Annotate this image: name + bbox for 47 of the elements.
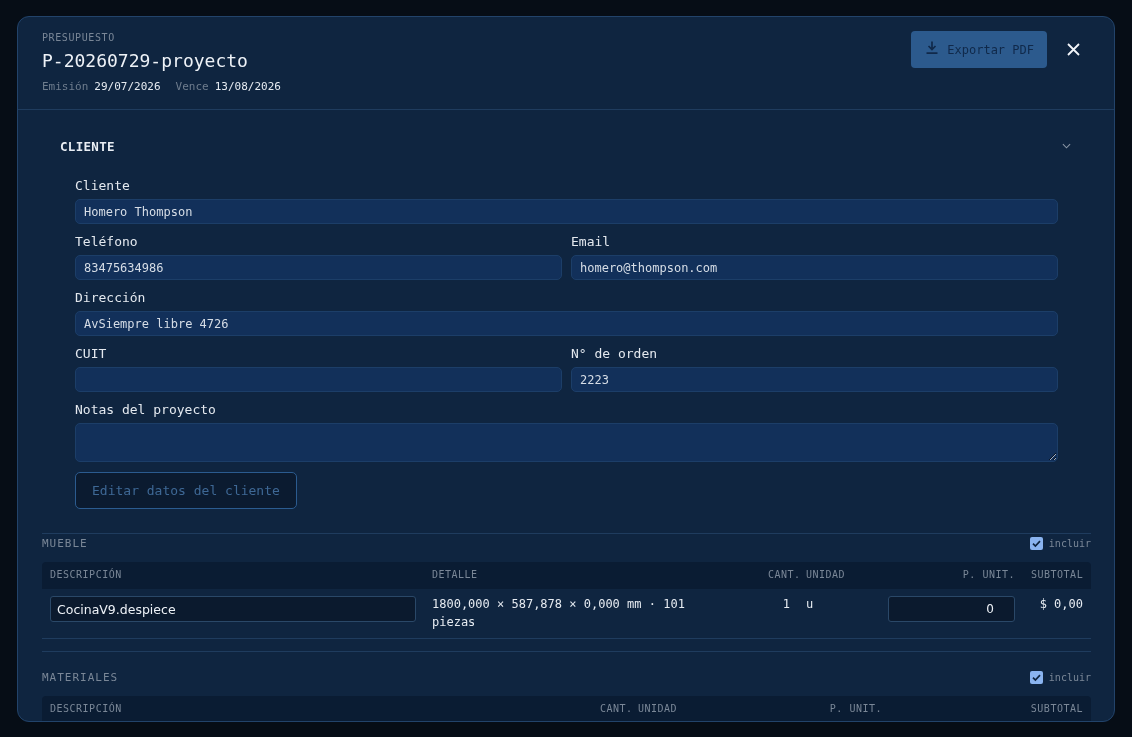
column-header: CANT. — [767, 568, 798, 582]
detail-text: 1800,000 × 587,878 × 0,000 mm · 101 piezas — [432, 596, 686, 631]
input-field[interactable] — [75, 367, 562, 392]
input-field[interactable]: 83475634986 — [75, 255, 562, 280]
field-label: Teléfono — [75, 234, 139, 250]
column-header: SUBTOTAL — [1029, 702, 1084, 716]
column-header: P. UNIT. — [828, 702, 883, 716]
document-type-label: PRESUPUESTO — [42, 32, 115, 44]
chevron-down-icon[interactable] — [1062, 143, 1071, 149]
column-header: P. UNIT. — [961, 568, 1016, 582]
column-header: SUBTOTAL — [1030, 568, 1085, 582]
input-field[interactable]: 2223 — [571, 367, 1058, 392]
date-label: Emisión — [42, 80, 89, 94]
field-label: CUIT — [75, 346, 108, 362]
download-icon — [926, 41, 939, 54]
field-label: N° de orden — [571, 346, 659, 362]
section-title: MATERIALES — [42, 670, 119, 684]
checked-checkbox[interactable] — [1029, 536, 1043, 550]
date-label: Vence — [175, 80, 209, 94]
checkbox-label: incluir — [1048, 671, 1091, 683]
unit-text: u — [806, 596, 814, 613]
field-label: Dirección — [75, 290, 147, 306]
column-header: CANT. — [599, 702, 630, 716]
input-field[interactable]: AvSiempre libre 4726 — [75, 311, 1058, 336]
column-header: DESCRIPCIÓN — [49, 567, 123, 582]
description-field[interactable]: CocinaV9.despiece — [50, 596, 416, 622]
column-header: DETALLE — [431, 568, 479, 582]
field-label: Email — [571, 234, 612, 250]
unit-price-field[interactable]: 0 — [888, 596, 1015, 622]
column-header: UNIDAD — [637, 702, 679, 716]
column-header: UNIDAD — [805, 568, 847, 582]
section-title: MUEBLE — [42, 536, 88, 550]
quantity-text: 1 — [782, 596, 790, 613]
subtotal-text: $ 0,00 — [1039, 596, 1083, 613]
column-header: DESCRIPCIÓN — [49, 701, 123, 716]
date-value: 13/08/2026 — [214, 80, 281, 94]
section-title: CLIENTE — [60, 138, 115, 154]
checked-checkbox[interactable] — [1029, 670, 1043, 684]
date-value: 29/07/2026 — [94, 80, 161, 94]
textarea-field[interactable] — [75, 423, 1058, 462]
field-label: Notas del proyecto — [75, 402, 217, 418]
close-icon — [1066, 43, 1080, 56]
field-label: Cliente — [75, 178, 131, 194]
quote-title: P-20260729-proyecto — [42, 50, 248, 72]
checkbox-label: incluir — [1048, 537, 1091, 549]
input-field[interactable]: Homero Thompson — [75, 199, 1058, 224]
input-field[interactable]: homero@thompson.com — [571, 255, 1058, 280]
